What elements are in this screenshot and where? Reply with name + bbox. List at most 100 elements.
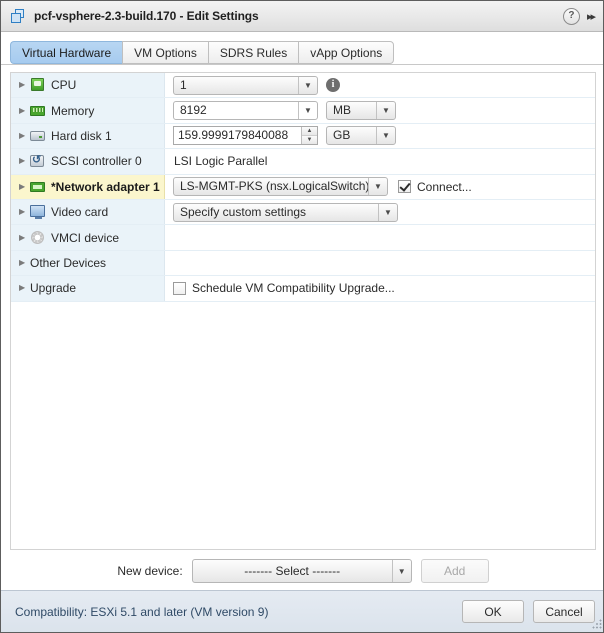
chevron-down-icon: ▼ bbox=[368, 178, 387, 196]
schedule-upgrade-checkbox[interactable] bbox=[173, 281, 186, 295]
video-card-settings-dropdown[interactable]: Specify custom settings ▼ bbox=[173, 202, 398, 222]
info-icon[interactable]: i bbox=[326, 78, 340, 93]
network-portgroup-value: LS-MGMT-PKS (nsx.LogicalSwitch) bbox=[180, 179, 368, 194]
memory-size-dropdown[interactable]: 8192 ▼ bbox=[173, 101, 318, 121]
network-connect-checkbox-group[interactable]: Connect... bbox=[398, 180, 472, 194]
network-adapter-icon bbox=[30, 179, 46, 195]
device-row-cpu[interactable]: ▶ CPU 1 ▼ i bbox=[11, 73, 595, 99]
hard-disk-size-stepper[interactable]: 159.9999179840088 ▲ ▼ bbox=[173, 126, 318, 146]
expand-twisty-icon[interactable]: ▶ bbox=[19, 106, 30, 115]
add-device-button[interactable]: Add bbox=[420, 559, 489, 583]
device-label-cell: ▶ Other Devices bbox=[11, 250, 165, 276]
device-value-cell bbox=[165, 251, 595, 275]
device-label-cell: ▶ Memory bbox=[11, 98, 165, 123]
video-card-settings-value: Specify custom settings bbox=[180, 204, 307, 219]
tab-vm-options[interactable]: VM Options bbox=[122, 41, 208, 64]
device-label-cell: ▶ Upgrade bbox=[11, 276, 165, 301]
expand-twisty-icon[interactable]: ▶ bbox=[19, 233, 30, 242]
device-value-cell: LSI Logic Parallel bbox=[165, 149, 595, 173]
device-value-cell: Specify custom settings ▼ bbox=[165, 200, 595, 224]
device-label-cell: ▶ Hard disk 1 bbox=[11, 123, 165, 149]
tab-virtual-hardware[interactable]: Virtual Hardware bbox=[10, 41, 123, 64]
chevron-down-icon: ▼ bbox=[298, 102, 317, 120]
stepper-buttons: ▲ ▼ bbox=[301, 127, 317, 145]
title-bar: pcf-vsphere-2.3-build.170 - Edit Setting… bbox=[1, 1, 603, 32]
expand-twisty-icon[interactable]: ▶ bbox=[19, 284, 30, 292]
stepper-down-icon[interactable]: ▼ bbox=[302, 136, 317, 145]
device-label: Other Devices bbox=[30, 255, 107, 270]
hard-disk-unit-value: GB bbox=[333, 128, 351, 143]
edit-settings-dialog: pcf-vsphere-2.3-build.170 - Edit Setting… bbox=[0, 0, 604, 633]
device-row-hard-disk-1[interactable]: ▶ Hard disk 1 159.9999179840088 ▲ ▼ GB ▼ bbox=[11, 123, 595, 150]
ok-button[interactable]: OK bbox=[462, 600, 524, 623]
device-value-cell: 1 ▼ i bbox=[165, 73, 595, 97]
cpu-count-value: 1 bbox=[180, 77, 187, 92]
title-bar-actions: ? ▸▸ bbox=[562, 7, 597, 25]
device-row-video-card[interactable]: ▶ Video card Specify custom settings ▼ bbox=[11, 199, 595, 226]
device-label: SCSI controller 0 bbox=[51, 154, 142, 169]
expand-chevrons-icon[interactable]: ▸▸ bbox=[587, 10, 597, 23]
device-label-cell: ▶ SCSI controller 0 bbox=[11, 149, 165, 174]
new-device-bar: New device: ------- Select ------- ▼ Add bbox=[1, 552, 603, 590]
expand-twisty-icon[interactable]: ▶ bbox=[19, 81, 30, 89]
device-row-network-adapter-1[interactable]: ▶ *Network adapter 1 LS-MGMT-PKS (nsx.Lo… bbox=[11, 174, 595, 200]
device-value-cell: Schedule VM Compatibility Upgrade... bbox=[165, 276, 595, 300]
device-label: CPU bbox=[51, 78, 77, 93]
chevron-down-icon: ▼ bbox=[378, 203, 397, 221]
schedule-upgrade-checkbox-group[interactable]: Schedule VM Compatibility Upgrade... bbox=[173, 281, 395, 295]
chevron-down-icon: ▼ bbox=[391, 560, 411, 582]
tab-vapp-options[interactable]: vApp Options bbox=[298, 41, 395, 64]
harddisk-icon bbox=[30, 128, 46, 144]
compatibility-text: Compatibility: ESXi 5.1 and later (VM ve… bbox=[15, 604, 269, 619]
vm-icon bbox=[10, 8, 26, 24]
device-label-cell: ▶ Video card bbox=[11, 199, 165, 225]
resize-grip[interactable] bbox=[592, 619, 603, 630]
dialog-footer: Compatibility: ESXi 5.1 and later (VM ve… bbox=[1, 590, 603, 632]
tab-strip: Virtual Hardware VM Options SDRS Rules v… bbox=[1, 32, 603, 65]
expand-twisty-icon[interactable]: ▶ bbox=[19, 258, 30, 267]
hard-disk-unit-dropdown[interactable]: GB ▼ bbox=[326, 126, 396, 146]
device-label: Upgrade bbox=[30, 281, 77, 296]
device-label: Hard disk 1 bbox=[51, 128, 112, 143]
device-row-upgrade[interactable]: ▶ Upgrade Schedule VM Compatibility Upgr… bbox=[11, 276, 595, 302]
device-row-vmci-device[interactable]: ▶ VMCI device bbox=[11, 225, 595, 251]
window-title: pcf-vsphere-2.3-build.170 - Edit Setting… bbox=[34, 9, 259, 23]
schedule-upgrade-label: Schedule VM Compatibility Upgrade... bbox=[192, 281, 395, 296]
cpu-count-dropdown[interactable]: 1 ▼ bbox=[173, 75, 318, 95]
device-label: Video card bbox=[51, 205, 109, 220]
stepper-up-icon[interactable]: ▲ bbox=[302, 127, 317, 137]
chevron-down-icon: ▼ bbox=[298, 76, 317, 94]
hard-disk-size-value: 159.9999179840088 bbox=[178, 128, 289, 143]
cpu-icon bbox=[30, 77, 46, 93]
chevron-down-icon: ▼ bbox=[376, 102, 395, 120]
device-label: Memory bbox=[51, 103, 95, 118]
device-value-cell: 8192 ▼ MB ▼ bbox=[165, 98, 595, 122]
chevron-down-icon: ▼ bbox=[376, 127, 395, 145]
expand-twisty-icon[interactable]: ▶ bbox=[19, 182, 30, 191]
device-value-cell: LS-MGMT-PKS (nsx.LogicalSwitch) ▼ Connec… bbox=[165, 175, 595, 199]
video-card-icon bbox=[30, 204, 46, 220]
network-portgroup-dropdown[interactable]: LS-MGMT-PKS (nsx.LogicalSwitch) ▼ bbox=[173, 177, 388, 197]
memory-unit-value: MB bbox=[333, 103, 351, 118]
help-icon[interactable]: ? bbox=[562, 7, 580, 25]
device-label: *Network adapter 1 bbox=[51, 179, 160, 194]
device-label: VMCI device bbox=[51, 230, 120, 245]
new-device-value: ------- Select ------- bbox=[244, 564, 341, 578]
device-label-cell: ▶ CPU bbox=[11, 73, 165, 98]
memory-unit-dropdown[interactable]: MB ▼ bbox=[326, 101, 396, 121]
vmci-device-icon bbox=[30, 230, 46, 246]
footer-buttons: OK Cancel bbox=[462, 600, 595, 623]
new-device-dropdown[interactable]: ------- Select ------- ▼ bbox=[191, 559, 412, 583]
new-device-label: New device: bbox=[117, 564, 183, 578]
device-row-scsi-controller-0[interactable]: ▶ SCSI controller 0 LSI Logic Parallel bbox=[11, 149, 595, 175]
expand-twisty-icon[interactable]: ▶ bbox=[19, 157, 30, 165]
device-row-memory[interactable]: ▶ Memory 8192 ▼ MB ▼ bbox=[11, 98, 595, 124]
device-row-other-devices[interactable]: ▶ Other Devices bbox=[11, 250, 595, 277]
cancel-button[interactable]: Cancel bbox=[533, 600, 595, 623]
expand-twisty-icon[interactable]: ▶ bbox=[19, 131, 30, 140]
network-connect-checkbox[interactable] bbox=[398, 180, 411, 194]
network-connect-label: Connect... bbox=[417, 179, 472, 194]
tab-sdrs-rules[interactable]: SDRS Rules bbox=[207, 41, 299, 64]
memory-size-value: 8192 bbox=[180, 103, 207, 118]
expand-twisty-icon[interactable]: ▶ bbox=[19, 208, 30, 216]
